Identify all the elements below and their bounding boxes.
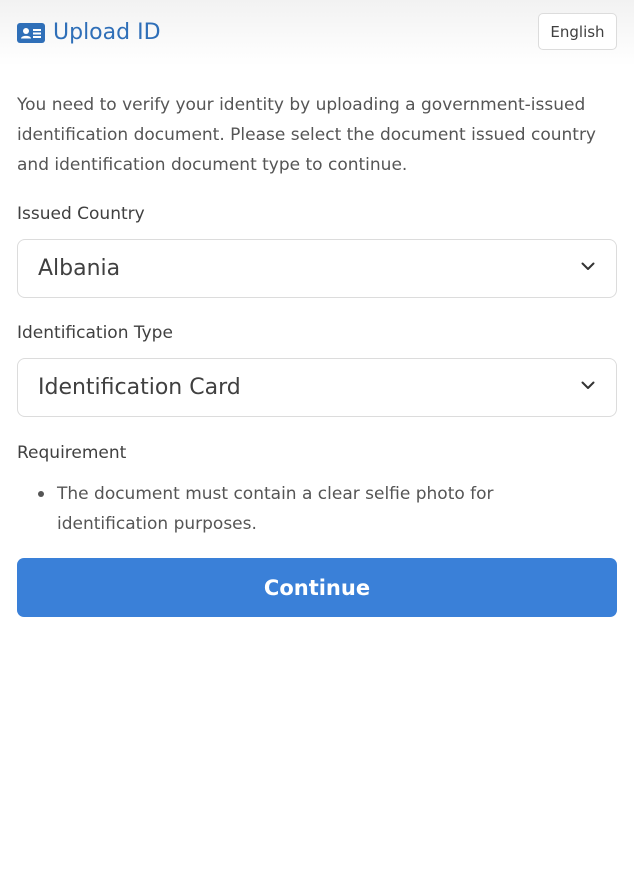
requirement-label: Requirement	[17, 443, 127, 463]
requirement-item: The document must contain a clear selfie…	[17, 479, 577, 539]
chevron-down-icon	[581, 262, 595, 270]
page-title: Upload ID	[53, 20, 161, 45]
identification-type-label: Identification Type	[17, 323, 173, 343]
brand: Upload ID	[17, 18, 161, 48]
issued-country-label: Issued Country	[17, 204, 145, 224]
continue-button[interactable]: Continue	[17, 558, 617, 617]
issued-country-value: Albania	[38, 256, 121, 281]
issued-country-select[interactable]: Albania	[17, 239, 617, 298]
id-card-icon	[17, 23, 45, 43]
identification-type-select[interactable]: Identification Card	[17, 358, 617, 417]
requirement-list: The document must contain a clear selfie…	[17, 479, 577, 539]
requirement-item-text: The document must contain a clear selfie…	[57, 484, 494, 534]
header: Upload ID English	[0, 0, 634, 66]
language-button[interactable]: English	[538, 13, 617, 50]
bullet-icon	[38, 491, 44, 497]
intro-text: You need to verify your identity by uplo…	[17, 95, 596, 175]
identification-type-value: Identification Card	[38, 375, 241, 400]
chevron-down-icon	[581, 381, 595, 389]
